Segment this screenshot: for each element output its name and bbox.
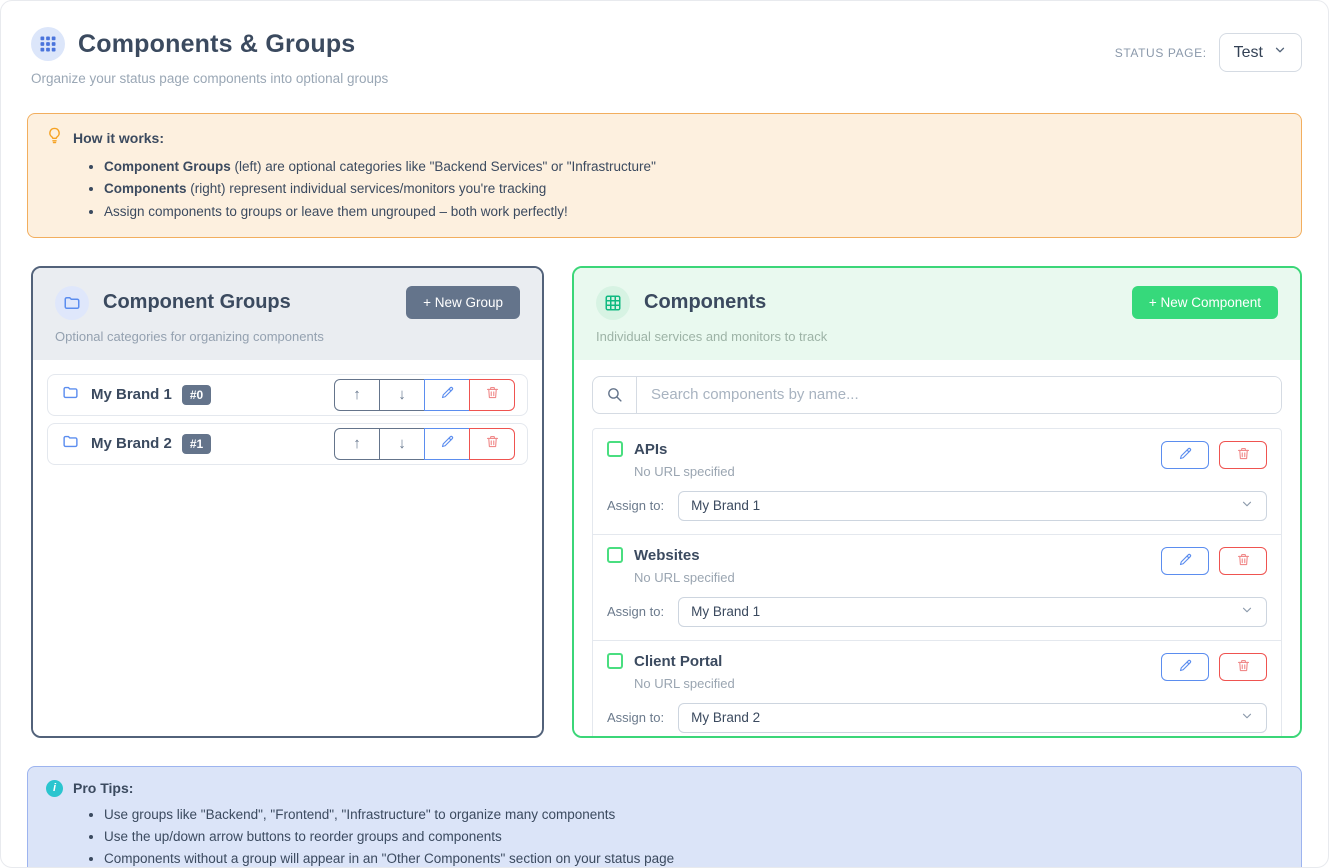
how-it-works-item: Assign components to groups or leave the… <box>104 201 1283 223</box>
pencil-icon <box>440 385 455 404</box>
chevron-down-icon <box>1273 43 1287 62</box>
search-icon <box>593 377 637 413</box>
components-subtitle: Individual services and monitors to trac… <box>596 329 1278 344</box>
trash-icon <box>485 434 500 453</box>
component-groups-panel: Component Groups + New Group Optional ca… <box>31 266 544 738</box>
folder-icon <box>62 384 79 406</box>
assigned-group-value: My Brand 2 <box>691 710 1240 725</box>
grid-dots-icon <box>31 27 65 61</box>
how-it-works-item: Components (right) represent individual … <box>104 178 1283 200</box>
delete-component-button[interactable] <box>1219 653 1267 681</box>
component-name: Websites <box>634 547 700 564</box>
status-page-value: Test <box>1234 44 1263 62</box>
group-name: My Brand 1 <box>91 386 172 403</box>
page-title: Components & Groups <box>78 30 355 59</box>
component-card: APIs No URL specified Assign to: <box>592 428 1282 535</box>
trash-icon <box>1236 658 1251 676</box>
pencil-icon <box>1178 446 1193 464</box>
edit-component-button[interactable] <box>1161 653 1209 681</box>
folder-icon <box>55 286 89 320</box>
move-group-down-button[interactable]: ↓ <box>379 428 425 460</box>
component-card: Client Portal No URL specified Assign to… <box>592 640 1282 738</box>
edit-component-button[interactable] <box>1161 547 1209 575</box>
pencil-icon <box>1178 552 1193 570</box>
pro-tips-list: Use groups like "Backend", "Frontend", "… <box>104 804 1283 868</box>
assign-group-select[interactable]: My Brand 1 <box>678 491 1267 521</box>
delete-group-button[interactable] <box>469 379 515 411</box>
delete-component-button[interactable] <box>1219 547 1267 575</box>
group-name: My Brand 2 <box>91 435 172 452</box>
component-url-text: No URL specified <box>634 464 1161 479</box>
component-name: APIs <box>634 441 667 458</box>
move-group-down-button[interactable]: ↓ <box>379 379 425 411</box>
group-order-badge: #0 <box>182 385 211 405</box>
component-name: Client Portal <box>634 653 722 670</box>
trash-icon <box>485 385 500 404</box>
delete-group-button[interactable] <box>469 428 515 460</box>
folder-icon <box>62 433 79 455</box>
assigned-group-value: My Brand 1 <box>691 498 1240 513</box>
components-groups-page: Components & Groups Organize your status… <box>0 0 1329 868</box>
components-header: Components + New Component Individual se… <box>574 268 1300 360</box>
assigned-group-value: My Brand 1 <box>691 604 1240 619</box>
component-groups-subtitle: Optional categories for organizing compo… <box>55 329 520 344</box>
new-component-button[interactable]: + New Component <box>1132 286 1278 319</box>
lightbulb-icon <box>46 127 63 149</box>
components-list: APIs No URL specified Assign to: <box>592 428 1282 738</box>
pro-tips-title: Pro Tips: <box>73 780 133 796</box>
page-subtitle: Organize your status page components int… <box>31 71 388 86</box>
chevron-down-icon <box>1240 497 1254 514</box>
assign-group-select[interactable]: My Brand 1 <box>678 597 1267 627</box>
assign-group-select[interactable]: My Brand 2 <box>678 703 1267 733</box>
component-checkbox[interactable] <box>607 653 623 669</box>
edit-component-button[interactable] <box>1161 441 1209 469</box>
pro-tips-item: Components without a group will appear i… <box>104 848 1283 868</box>
component-search <box>592 376 1282 414</box>
status-page-select[interactable]: Test <box>1219 33 1302 72</box>
edit-group-button[interactable] <box>424 428 470 460</box>
chevron-down-icon <box>1240 603 1254 620</box>
component-url-text: No URL specified <box>634 676 1161 691</box>
assign-to-label: Assign to: <box>607 710 664 725</box>
how-it-works-item: Component Groups (left) are optional cat… <box>104 156 1283 178</box>
move-group-up-button[interactable]: ↑ <box>334 428 380 460</box>
component-card: Websites No URL specified Assign to: <box>592 534 1282 641</box>
search-components-input[interactable] <box>637 377 1281 413</box>
edit-group-button[interactable] <box>424 379 470 411</box>
components-title: Components <box>644 291 766 314</box>
assign-to-label: Assign to: <box>607 604 664 619</box>
move-group-up-button[interactable]: ↑ <box>334 379 380 411</box>
pencil-icon <box>1178 658 1193 676</box>
how-it-works-title: How it works: <box>73 130 164 146</box>
component-groups-header: Component Groups + New Group Optional ca… <box>33 268 542 360</box>
trash-icon <box>1236 552 1251 570</box>
components-panel: Components + New Component Individual se… <box>572 266 1302 738</box>
pro-tips-box: i Pro Tips: Use groups like "Backend", "… <box>27 766 1302 868</box>
component-groups-title: Component Groups <box>103 291 291 314</box>
how-it-works-list: Component Groups (left) are optional cat… <box>104 156 1283 223</box>
table-grid-icon <box>596 286 630 320</box>
component-checkbox[interactable] <box>607 441 623 457</box>
page-header: Components & Groups Organize your status… <box>1 1 1328 86</box>
groups-list: My Brand 1 #0 ↑ ↓ My Brand 2 #1 <box>33 360 542 736</box>
status-page-label: STATUS PAGE: <box>1115 46 1207 60</box>
component-checkbox[interactable] <box>607 547 623 563</box>
pencil-icon <box>440 434 455 453</box>
chevron-down-icon <box>1240 709 1254 726</box>
delete-component-button[interactable] <box>1219 441 1267 469</box>
pro-tips-item: Use the up/down arrow buttons to reorder… <box>104 826 1283 848</box>
component-url-text: No URL specified <box>634 570 1161 585</box>
info-icon: i <box>46 780 63 797</box>
how-it-works-box: How it works: Component Groups (left) ar… <box>27 113 1302 238</box>
new-group-button[interactable]: + New Group <box>406 286 520 319</box>
assign-to-label: Assign to: <box>607 498 664 513</box>
trash-icon <box>1236 446 1251 464</box>
group-row: My Brand 2 #1 ↑ ↓ <box>47 423 528 465</box>
group-row: My Brand 1 #0 ↑ ↓ <box>47 374 528 416</box>
group-order-badge: #1 <box>182 434 211 454</box>
pro-tips-item: Use groups like "Backend", "Frontend", "… <box>104 804 1283 826</box>
